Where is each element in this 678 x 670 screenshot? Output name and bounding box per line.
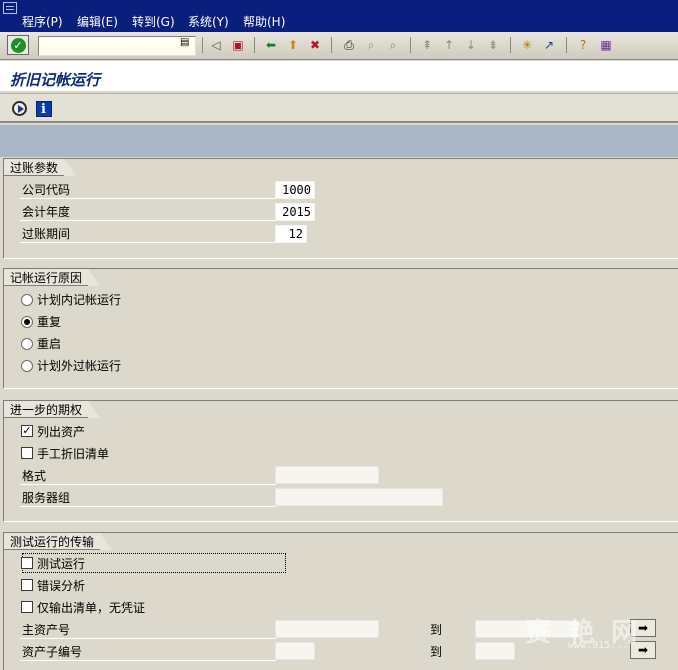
list-assets-checkbox[interactable]: ✓ [21, 425, 33, 437]
company-code-label: 公司代码 [22, 183, 71, 197]
execute-button[interactable] [10, 99, 29, 118]
sub-asset-to-field[interactable] [475, 642, 515, 660]
find-next-icon[interactable]: ⌕ [384, 36, 402, 54]
command-field-dropdown-icon[interactable]: ▤ [180, 37, 190, 50]
group-title: 记帐运行原因 [4, 269, 101, 286]
history-arrow-icon[interactable]: ◁ [207, 36, 225, 54]
company-code-field[interactable]: 1000 [275, 181, 315, 199]
info-icon: i [35, 100, 52, 117]
checkbox-label: 仅输出清单，无凭证 [37, 601, 146, 615]
info-button[interactable]: i [34, 99, 53, 118]
sub-asset-from-field[interactable] [275, 642, 315, 660]
run-reason-group: 记帐运行原因 计划内记帐运行 重复 重启 计划外过帐运行 [3, 268, 678, 389]
manual-depreciation-checkbox[interactable] [21, 447, 33, 459]
planned-run-radio[interactable] [21, 294, 33, 306]
posting-period-field[interactable]: 12 [275, 225, 307, 243]
screen-header-band [0, 125, 678, 157]
server-group-label: 服务器组 [22, 491, 71, 505]
command-field[interactable] [38, 36, 196, 56]
find-icon[interactable]: ⌕ [362, 36, 380, 54]
toolbar-separator [510, 37, 511, 53]
help-icon[interactable]: ? [574, 36, 592, 54]
cancel-icon[interactable]: ✖ [306, 36, 324, 54]
radio-label: 重启 [37, 337, 62, 351]
to-label: 到 [430, 623, 443, 637]
radio-label: 重复 [37, 315, 62, 329]
system-menu-icon[interactable] [3, 2, 17, 14]
list-only-checkbox[interactable] [21, 601, 33, 613]
fiscal-year-field[interactable]: 2015 [275, 203, 315, 221]
toolbar-separator [202, 37, 203, 53]
application-toolbar: i [0, 93, 678, 123]
unplanned-run-radio[interactable] [21, 360, 33, 372]
main-asset-label: 主资产号 [22, 623, 71, 637]
toolbar-separator [331, 37, 332, 53]
layout-menu-icon[interactable]: ▦ [597, 36, 615, 54]
menu-goto[interactable]: 转到(G) [132, 15, 175, 29]
to-label: 到 [430, 645, 443, 659]
format-field[interactable] [275, 466, 379, 484]
enter-button[interactable]: ✓ [7, 35, 29, 55]
menu-bar: 程序(P) 编辑(E) 转到(G) 系统(Y) 帮助(H) [0, 0, 678, 32]
server-group-field[interactable] [275, 488, 443, 506]
toolbar-separator [254, 37, 255, 53]
menu-program[interactable]: 程序(P) [22, 15, 63, 29]
standard-toolbar: ◁ ▣ ⬅ ⬆ ✖ ⎙ ⌕ ⌕ ⇞ ↑ ↓ ⇟ ✳ ↗ ? ▦ [0, 32, 678, 60]
group-title: 进一步的期权 [4, 401, 101, 418]
format-label: 格式 [22, 469, 47, 483]
checkbox-label: 手工折旧清单 [37, 447, 110, 461]
back-icon[interactable]: ⬅ [262, 36, 280, 54]
page-title: 折旧记帐运行 [10, 71, 101, 89]
title-bar: 折旧记帐运行 [0, 61, 678, 91]
save-icon[interactable]: ▣ [229, 36, 247, 54]
sub-asset-label: 资产子编号 [22, 645, 83, 659]
group-title: 过账参数 [4, 159, 77, 176]
fiscal-year-label: 会计年度 [22, 205, 71, 219]
further-options-group: 进一步的期权 ✓ 列出资产 手工折旧清单 格式 服务器组 [3, 400, 678, 522]
next-page-icon[interactable]: ↓ [462, 36, 480, 54]
group-title: 测试运行的传输 [4, 533, 113, 550]
radio-label: 计划内记帐运行 [37, 293, 122, 307]
menu-edit[interactable]: 编辑(E) [77, 15, 118, 29]
checkmark-icon: ✓ [10, 37, 26, 53]
menu-help[interactable]: 帮助(H) [243, 15, 285, 29]
exit-icon[interactable]: ⬆ [284, 36, 302, 54]
shortcut-icon[interactable]: ↗ [540, 36, 558, 54]
test-run-checkbox[interactable] [21, 557, 33, 569]
watermark-url: www.915... [568, 640, 629, 651]
repeat-run-radio[interactable] [21, 316, 33, 328]
previous-page-icon[interactable]: ↑ [440, 36, 458, 54]
label-row [20, 467, 276, 485]
toolbar-separator [410, 37, 411, 53]
execute-icon [12, 101, 27, 116]
toolbar-separator [566, 37, 567, 53]
checkbox-label: 测试运行 [37, 557, 86, 571]
create-session-icon[interactable]: ✳ [518, 36, 536, 54]
last-page-icon[interactable]: ⇟ [484, 36, 502, 54]
checkbox-label: 错误分析 [37, 579, 86, 593]
print-icon[interactable]: ⎙ [340, 36, 358, 54]
checkbox-label: 列出资产 [37, 425, 86, 439]
radio-label: 计划外过帐运行 [37, 359, 122, 373]
menu-system[interactable]: 系统(Y) [188, 15, 229, 29]
posting-period-label: 过账期间 [22, 227, 71, 241]
restart-run-radio[interactable] [21, 338, 33, 350]
posting-parameters-group: 过账参数 公司代码 1000 会计年度 2015 过账期间 12 [3, 158, 678, 259]
error-analysis-checkbox[interactable] [21, 579, 33, 591]
main-asset-from-field[interactable] [275, 620, 379, 638]
first-page-icon[interactable]: ⇞ [418, 36, 436, 54]
